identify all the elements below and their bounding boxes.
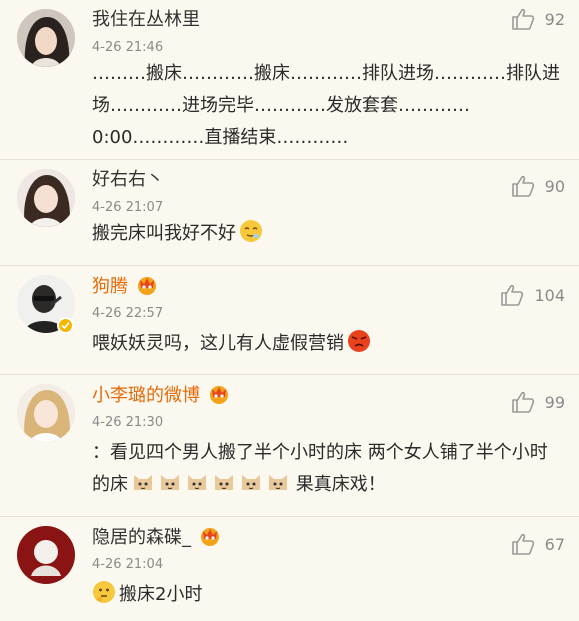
thumb-up-icon: [511, 8, 534, 30]
like-button[interactable]: 99: [511, 391, 565, 413]
timestamp: 4-26 21:30: [92, 415, 164, 430]
username[interactable]: 我住在丛林里: [92, 9, 200, 31]
username-text: 小李璐的微博: [92, 385, 200, 406]
avatar[interactable]: [17, 169, 75, 227]
like-count: 99: [544, 392, 565, 412]
comment-item: 我住在丛林里 4-26 21:46 92 ………搬床…………搬床…………排队进场…: [0, 0, 579, 160]
like-button[interactable]: 67: [511, 533, 565, 555]
comment-item: 好右右丶 4-26 21:07 90 搬完床叫我好不好: [0, 160, 579, 266]
like-count: 67: [544, 534, 565, 554]
comment-text: ………搬床…………搬床…………排队进场…………排队进场…………进场完毕…………发…: [92, 63, 560, 148]
comment-text: 喂妖妖灵吗，这儿有人虚假营销: [92, 328, 562, 360]
username[interactable]: 隐居的森碟_: [92, 526, 221, 549]
thumb-up-icon: [511, 391, 534, 413]
comment-text: 搬完床叫我好不好: [92, 218, 562, 250]
username[interactable]: 小李璐的微博: [92, 384, 230, 407]
username-text: 狗腾: [92, 276, 128, 297]
cat-emoji-icon: [215, 475, 233, 490]
timestamp: 4-26 21:46: [92, 40, 164, 55]
timestamp: 4-26 22:57: [92, 306, 164, 321]
avatar[interactable]: [17, 9, 75, 67]
vip-crown-icon: [201, 528, 219, 546]
cat-emoji-icon: [161, 475, 179, 490]
comment-item: 狗腾 4-26 22:57 104 喂妖妖灵吗，这儿有人虚假营销: [0, 266, 579, 375]
angry-emoji-icon: [348, 330, 370, 352]
comment-text: 搬床2小时: [92, 579, 562, 611]
like-button[interactable]: 104: [500, 284, 565, 306]
username[interactable]: 好右右丶: [92, 169, 164, 191]
comment-text-body: 喂妖妖灵吗，这儿有人虚假营销: [92, 333, 344, 354]
cat-emoji-icon: [188, 475, 206, 490]
cat-emoji-icon: [134, 475, 152, 490]
thumb-up-icon: [501, 284, 524, 306]
cat-emoji-icon: [242, 475, 260, 490]
comment-text-body: 搬完床叫我好不好: [92, 223, 236, 244]
timestamp: 4-26 21:04: [92, 557, 164, 572]
like-button[interactable]: 90: [511, 175, 565, 197]
thumb-up-icon: [511, 175, 534, 197]
sleepy-emoji-icon: [240, 220, 262, 242]
username-text: 隐居的森碟_: [92, 527, 191, 548]
vip-crown-icon: [138, 277, 156, 295]
avatar[interactable]: [17, 384, 75, 442]
comment-item: 隐居的森碟_ 4-26 21:04 67 搬床2小时: [0, 517, 579, 621]
like-button[interactable]: 92: [511, 8, 565, 30]
vip-crown-icon: [210, 386, 228, 404]
thinking-emoji-icon: [93, 581, 115, 603]
comment-item: 小李璐的微博 4-26 21:30 99 ：看见四个男人搬了半个小时的床 两个女…: [0, 375, 579, 517]
cat-emoji-icon: [269, 475, 287, 490]
like-count: 104: [534, 285, 565, 305]
comment-list: 我住在丛林里 4-26 21:46 92 ………搬床…………搬床…………排队进场…: [0, 0, 579, 621]
comment-text: ：看见四个男人搬了半个小时的床 两个女人铺了半个小时的床 果真床戏！: [92, 437, 562, 501]
thumb-up-icon: [511, 533, 534, 555]
avatar[interactable]: [17, 526, 75, 584]
verified-badge-icon: [57, 317, 74, 334]
comment-text-tail: 果真床戏！: [290, 474, 386, 495]
username[interactable]: 狗腾: [92, 275, 158, 298]
like-count: 92: [544, 9, 565, 29]
comment-text-body: 搬床2小时: [119, 584, 203, 605]
like-count: 90: [544, 176, 565, 196]
timestamp: 4-26 21:07: [92, 200, 164, 215]
